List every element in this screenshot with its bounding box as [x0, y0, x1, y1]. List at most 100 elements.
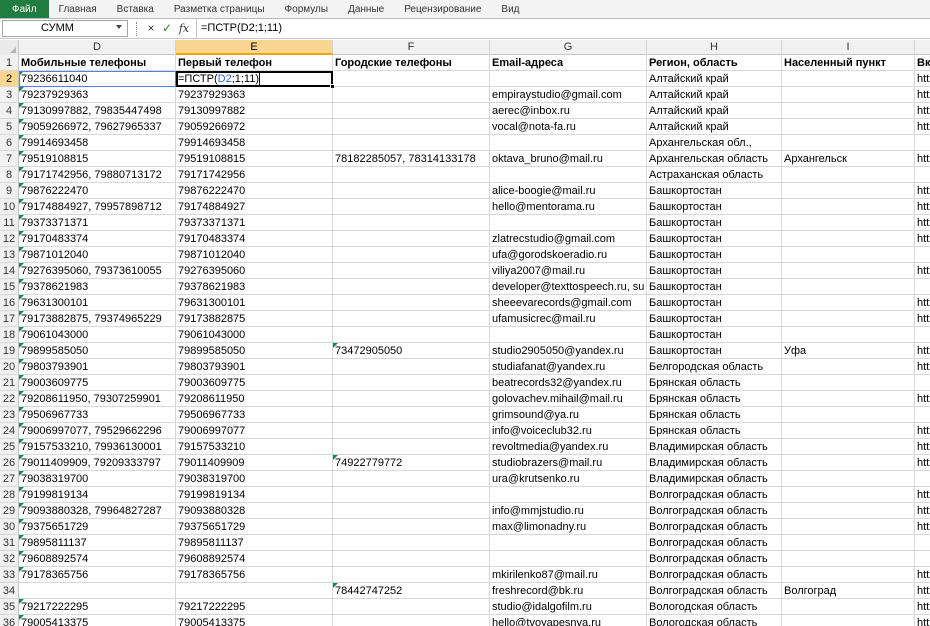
row-header[interactable]: 26: [0, 455, 19, 471]
cell-g7[interactable]: oktava_bruno@mail.ru: [490, 151, 647, 167]
cell-j10[interactable]: htt: [915, 199, 930, 215]
cell-e1[interactable]: Первый телефон: [176, 55, 333, 71]
cell-h14[interactable]: Башкортостан: [647, 263, 782, 279]
cell-i36[interactable]: [782, 615, 915, 626]
cell-i23[interactable]: [782, 407, 915, 423]
cell-h9[interactable]: Башкортостан: [647, 183, 782, 199]
row-header[interactable]: 18: [0, 327, 19, 343]
cell-d22[interactable]: 79208611950, 79307259901: [19, 391, 176, 407]
row-header[interactable]: 16: [0, 295, 19, 311]
cell-d21[interactable]: 79003609775: [19, 375, 176, 391]
cell-h8[interactable]: Астраханская область: [647, 167, 782, 183]
name-box-dropdown-icon[interactable]: [116, 25, 122, 29]
cell-f25[interactable]: [333, 439, 490, 455]
cell-d36[interactable]: 79005413375: [19, 615, 176, 626]
cell-j21[interactable]: [915, 375, 930, 391]
row-header[interactable]: 36: [0, 615, 19, 626]
cell-e22[interactable]: 79208611950: [176, 391, 333, 407]
cell-f36[interactable]: [333, 615, 490, 626]
cell-e19[interactable]: 79899585050: [176, 343, 333, 359]
row-header[interactable]: 14: [0, 263, 19, 279]
cancel-icon[interactable]: ×: [144, 21, 158, 36]
cell-f8[interactable]: [333, 167, 490, 183]
cell-j30[interactable]: htt: [915, 519, 930, 535]
cell-h32[interactable]: Волгоградская область: [647, 551, 782, 567]
cell-h36[interactable]: Вологодская область: [647, 615, 782, 626]
row-header[interactable]: 12: [0, 231, 19, 247]
cell-d18[interactable]: 79061043000: [19, 327, 176, 343]
cell-e31[interactable]: 79895811137: [176, 535, 333, 551]
cell-i2[interactable]: [782, 71, 915, 87]
cell-h13[interactable]: Башкортостан: [647, 247, 782, 263]
cell-e13[interactable]: 79871012040: [176, 247, 333, 263]
cell-d24[interactable]: 79006997077, 79529662296: [19, 423, 176, 439]
row-header[interactable]: 25: [0, 439, 19, 455]
cell-g25[interactable]: revoltmedia@yandex.ru: [490, 439, 647, 455]
cell-e17[interactable]: 79173882875: [176, 311, 333, 327]
cell-h6[interactable]: Архангельская обл.,: [647, 135, 782, 151]
cell-h29[interactable]: Волгоградская область: [647, 503, 782, 519]
cell-g22[interactable]: golovachev.mihail@mail.ru: [490, 391, 647, 407]
cell-i5[interactable]: [782, 119, 915, 135]
cell-g12[interactable]: zlatrecstudio@gmail.com: [490, 231, 647, 247]
cell-d10[interactable]: 79174884927, 79957898712: [19, 199, 176, 215]
ribbon-tab-0[interactable]: Файл: [0, 0, 49, 18]
cell-f27[interactable]: [333, 471, 490, 487]
cell-i4[interactable]: [782, 103, 915, 119]
cell-f15[interactable]: [333, 279, 490, 295]
cell-g36[interactable]: hello@tvoyapesnya.ru: [490, 615, 647, 626]
cell-h16[interactable]: Башкортостан: [647, 295, 782, 311]
column-header-h[interactable]: H: [647, 40, 782, 55]
cell-d25[interactable]: 79157533210, 79936130001: [19, 439, 176, 455]
ribbon-tab-1[interactable]: Главная: [49, 0, 107, 18]
cell-i8[interactable]: [782, 167, 915, 183]
cell-g21[interactable]: beatrecords32@yandex.ru: [490, 375, 647, 391]
formula-bar-grip[interactable]: [136, 22, 138, 36]
row-header[interactable]: 22: [0, 391, 19, 407]
cell-g28[interactable]: [490, 487, 647, 503]
cell-e6[interactable]: 79914693458: [176, 135, 333, 151]
cell-e10[interactable]: 79174884927: [176, 199, 333, 215]
cell-d14[interactable]: 79276395060, 79373610055: [19, 263, 176, 279]
cell-d20[interactable]: 79803793901: [19, 359, 176, 375]
cell-g31[interactable]: [490, 535, 647, 551]
cell-d6[interactable]: 79914693458: [19, 135, 176, 151]
cell-d8[interactable]: 79171742956, 79880713172: [19, 167, 176, 183]
cell-j13[interactable]: [915, 247, 930, 263]
cell-g3[interactable]: empiraystudio@gmail.com: [490, 87, 647, 103]
row-header[interactable]: 7: [0, 151, 19, 167]
cell-h20[interactable]: Белгородская область: [647, 359, 782, 375]
cell-f6[interactable]: [333, 135, 490, 151]
cell-g23[interactable]: grimsound@ya.ru: [490, 407, 647, 423]
row-header[interactable]: 27: [0, 471, 19, 487]
cell-h24[interactable]: Брянская область: [647, 423, 782, 439]
column-header-i[interactable]: I: [782, 40, 915, 55]
cell-h21[interactable]: Брянская область: [647, 375, 782, 391]
row-header[interactable]: 28: [0, 487, 19, 503]
row-header[interactable]: 31: [0, 535, 19, 551]
cell-e14[interactable]: 79276395060: [176, 263, 333, 279]
cell-h5[interactable]: Алтайский край: [647, 119, 782, 135]
cell-h22[interactable]: Брянская область: [647, 391, 782, 407]
cell-f22[interactable]: [333, 391, 490, 407]
cell-j8[interactable]: [915, 167, 930, 183]
column-header-g[interactable]: G: [490, 40, 647, 55]
cell-f4[interactable]: [333, 103, 490, 119]
cell-i7[interactable]: Архангельск: [782, 151, 915, 167]
cell-i11[interactable]: [782, 215, 915, 231]
cell-i1[interactable]: Населенный пункт: [782, 55, 915, 71]
cell-i18[interactable]: [782, 327, 915, 343]
cell-e5[interactable]: 79059266972: [176, 119, 333, 135]
cell-g27[interactable]: ura@krutsenko.ru: [490, 471, 647, 487]
row-header[interactable]: 29: [0, 503, 19, 519]
cell-d35[interactable]: 79217222295: [19, 599, 176, 615]
cell-i29[interactable]: [782, 503, 915, 519]
cell-g1[interactable]: Email-адреса: [490, 55, 647, 71]
cell-i17[interactable]: [782, 311, 915, 327]
cell-g8[interactable]: [490, 167, 647, 183]
ribbon-tab-2[interactable]: Вставка: [107, 0, 164, 18]
cell-e23[interactable]: 79506967733: [176, 407, 333, 423]
cell-j27[interactable]: [915, 471, 930, 487]
cell-d26[interactable]: 79011409909, 79209333797: [19, 455, 176, 471]
formula-input[interactable]: =ПСТР(D2;1;11): [196, 19, 930, 38]
